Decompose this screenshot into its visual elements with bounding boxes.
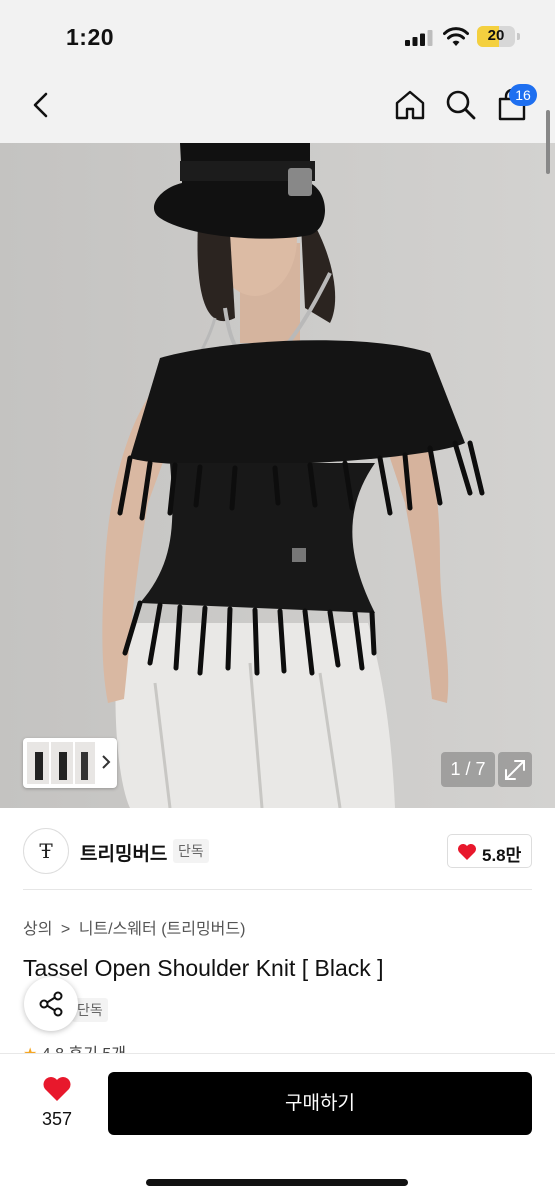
product-image[interactable] — [0, 143, 555, 808]
cart-count-badge: 16 — [509, 84, 537, 106]
status-time: 1:20 — [66, 24, 115, 50]
page-scrollbar[interactable] — [546, 110, 550, 174]
model-photo — [0, 143, 555, 808]
wifi-icon — [443, 27, 469, 46]
divider — [23, 889, 532, 890]
back-arrow-icon[interactable] — [28, 90, 56, 120]
home-icon[interactable] — [393, 88, 427, 122]
brand-logo[interactable]: Ŧ — [23, 828, 69, 874]
buy-button[interactable]: 구매하기 — [108, 1072, 532, 1135]
battery-tip — [517, 33, 520, 40]
breadcrumb-category[interactable]: 상의 — [23, 921, 52, 938]
status-bar: 1:20 20 — [0, 0, 555, 70]
breadcrumb: 상의 > 니트/스웨터 (트리밍버드) — [23, 915, 249, 939]
image-thumbnail-strip[interactable] — [23, 738, 117, 788]
chevron-right-icon[interactable] — [100, 752, 112, 772]
battery-icon: 20 — [477, 26, 515, 47]
share-icon — [39, 991, 63, 1017]
product-title: Tassel Open Shoulder Knit [ Black ] — [23, 955, 384, 981]
brand-name[interactable]: 트리밍버드 — [80, 839, 167, 866]
bottom-action-bar: 357 구매하기 — [0, 1053, 555, 1200]
breadcrumb-subcategory[interactable]: 니트/스웨터 (트리밍버드) — [79, 921, 246, 938]
exclusive-badge: 단독 — [173, 839, 209, 863]
cellular-signal-icon — [405, 30, 433, 46]
battery-percentage: 20 — [487, 27, 505, 44]
share-button[interactable] — [24, 977, 78, 1031]
brand-like-button[interactable]: 5.8만 — [447, 834, 532, 868]
search-icon[interactable] — [444, 88, 478, 122]
image-counter: 1 / 7 — [441, 752, 495, 787]
heart-icon — [43, 1077, 71, 1101]
thumbnail-figures — [35, 752, 88, 780]
top-nav-bar: 16 — [0, 70, 555, 143]
heart-icon — [458, 844, 476, 860]
breadcrumb-separator: > — [60, 921, 71, 938]
home-indicator — [146, 1179, 408, 1186]
wishlist-button[interactable]: 357 — [22, 1074, 92, 1144]
wishlist-count: 357 — [41, 1109, 73, 1129]
rating-row[interactable]: ★ 4.8 후기 5개 — [23, 1040, 126, 1054]
brand-like-count: 5.8만 — [482, 846, 522, 865]
expand-icon[interactable] — [498, 752, 532, 787]
